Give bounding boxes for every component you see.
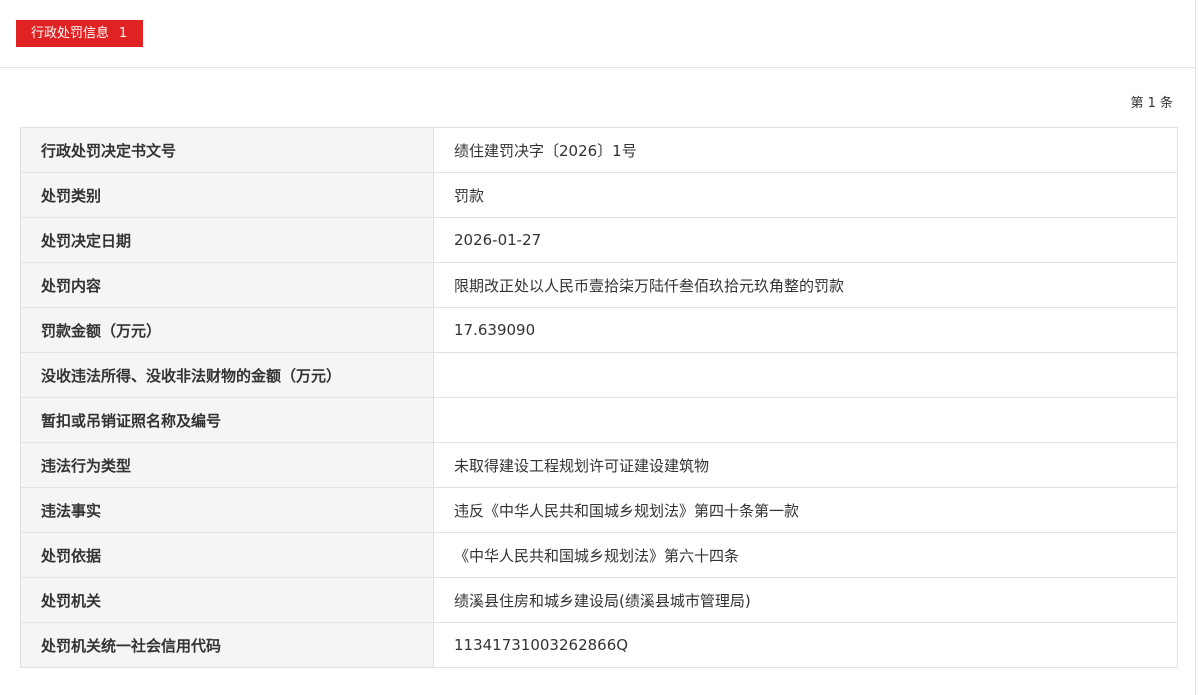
table-row: 没收违法所得、没收非法财物的金额（万元） — [20, 352, 1178, 398]
row-value-penalty-category: 罚款 — [433, 172, 1178, 218]
row-value-license-revocation — [433, 397, 1178, 443]
tab-count-badge: 1 — [119, 26, 128, 41]
table-row: 行政处罚决定书文号 绩住建罚决字〔2026〕1号 — [20, 127, 1178, 173]
row-label-decision-number: 行政处罚决定书文号 — [20, 127, 434, 173]
table-row: 违法事实 违反《中华人民共和国城乡规划法》第四十条第一款 — [20, 487, 1178, 533]
row-label-confiscation-amount: 没收违法所得、没收非法财物的金额（万元） — [20, 352, 434, 398]
table-row: 处罚类别 罚款 — [20, 172, 1178, 218]
table-row: 暂扣或吊销证照名称及编号 — [20, 397, 1178, 443]
row-label-penalty-basis: 处罚依据 — [20, 532, 434, 578]
row-value-authority-credit-code: 11341731003262866Q — [433, 622, 1178, 668]
row-value-violation-facts: 违反《中华人民共和国城乡规划法》第四十条第一款 — [433, 487, 1178, 533]
table-row: 处罚决定日期 2026-01-27 — [20, 217, 1178, 263]
table-row: 处罚依据 《中华人民共和国城乡规划法》第六十四条 — [20, 532, 1178, 578]
row-value-penalty-basis: 《中华人民共和国城乡规划法》第六十四条 — [433, 532, 1178, 578]
row-value-violation-type: 未取得建设工程规划许可证建设建筑物 — [433, 442, 1178, 488]
section-header: 行政处罚信息 1 — [0, 0, 1196, 68]
record-count: 第 1 条 — [1130, 96, 1173, 111]
row-label-license-revocation: 暂扣或吊销证照名称及编号 — [20, 397, 434, 443]
row-value-fine-amount: 17.639090 — [433, 307, 1178, 353]
table-row: 处罚内容 限期改正处以人民币壹拾柒万陆仟叁佰玖拾元玖角整的罚款 — [20, 262, 1178, 308]
table-row: 违法行为类型 未取得建设工程规划许可证建设建筑物 — [20, 442, 1178, 488]
row-value-decision-date: 2026-01-27 — [433, 217, 1178, 263]
row-value-decision-number: 绩住建罚决字〔2026〕1号 — [433, 127, 1178, 173]
table-row: 罚款金额（万元） 17.639090 — [20, 307, 1178, 353]
row-label-fine-amount: 罚款金额（万元） — [20, 307, 434, 353]
table-row: 处罚机关 绩溪县住房和城乡建设局(绩溪县城市管理局) — [20, 577, 1178, 623]
row-label-penalty-content: 处罚内容 — [20, 262, 434, 308]
row-label-violation-facts: 违法事实 — [20, 487, 434, 533]
penalty-detail-table: 行政处罚决定书文号 绩住建罚决字〔2026〕1号 处罚类别 罚款 处罚决定日期 … — [20, 127, 1178, 668]
row-label-authority-credit-code: 处罚机关统一社会信用代码 — [20, 622, 434, 668]
tab-administrative-penalty[interactable]: 行政处罚信息 1 — [16, 20, 144, 47]
table-row: 处罚机关统一社会信用代码 11341731003262866Q — [20, 622, 1178, 668]
row-label-penalty-category: 处罚类别 — [20, 172, 434, 218]
row-label-penalty-authority: 处罚机关 — [20, 577, 434, 623]
row-label-violation-type: 违法行为类型 — [20, 442, 434, 488]
row-label-decision-date: 处罚决定日期 — [20, 217, 434, 263]
row-value-penalty-content: 限期改正处以人民币壹拾柒万陆仟叁佰玖拾元玖角整的罚款 — [433, 262, 1178, 308]
row-value-penalty-authority: 绩溪县住房和城乡建设局(绩溪县城市管理局) — [433, 577, 1178, 623]
tab-label: 行政处罚信息 — [31, 26, 110, 41]
row-value-confiscation-amount — [433, 352, 1178, 398]
